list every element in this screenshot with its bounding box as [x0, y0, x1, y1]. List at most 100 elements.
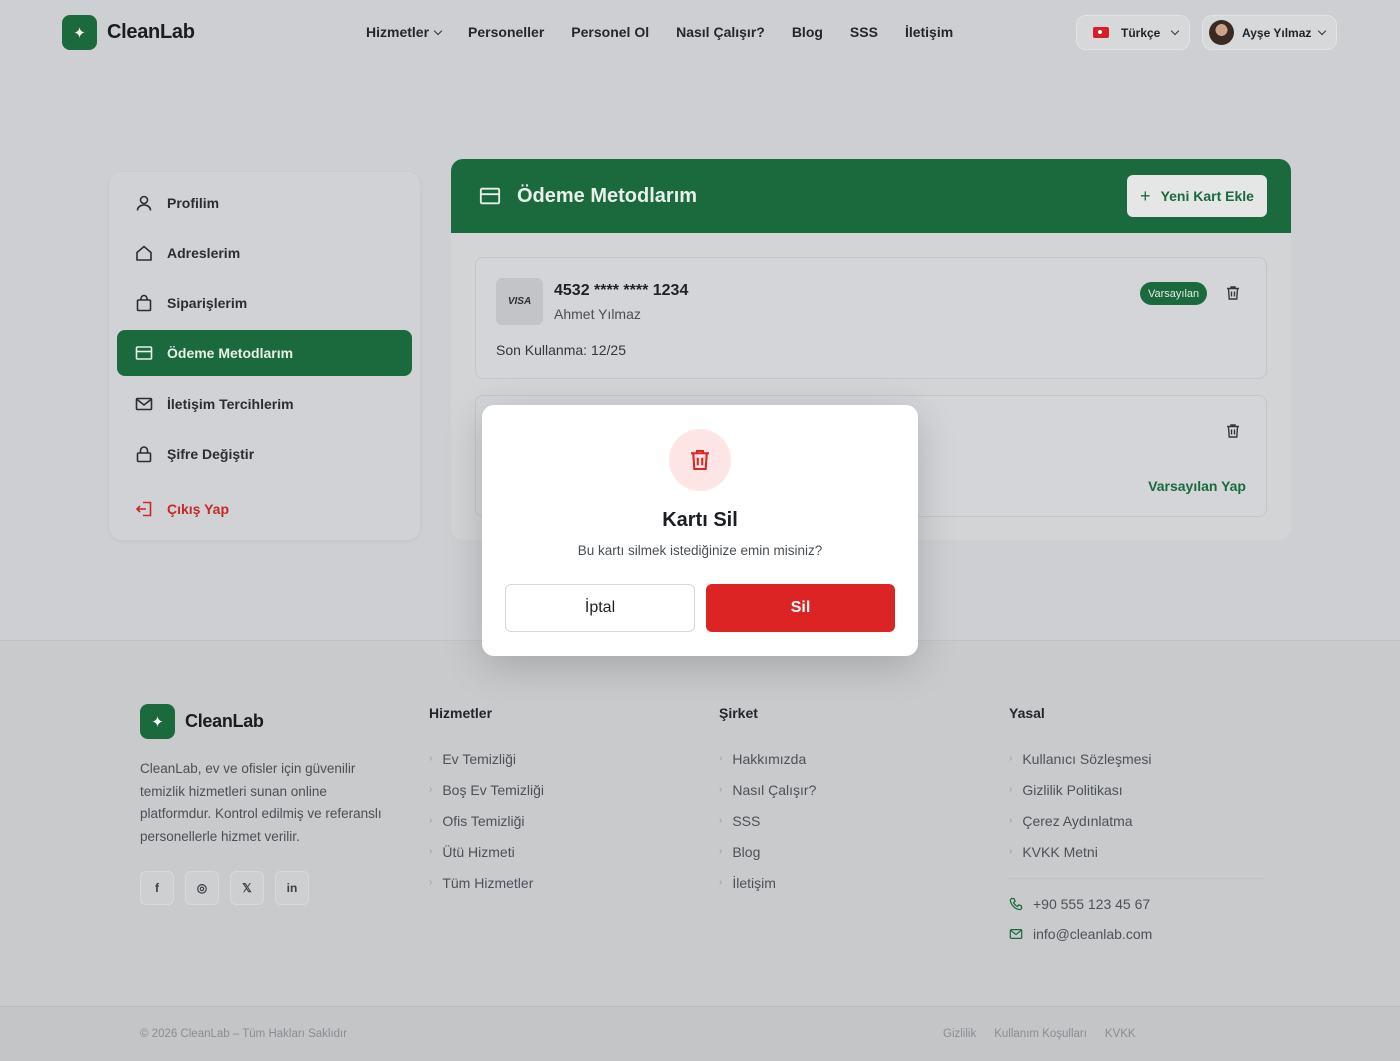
footer-link[interactable]: › Hakkımızda: [719, 743, 816, 774]
nav-personel-ol[interactable]: Personel Ol: [571, 24, 649, 40]
trash-icon[interactable]: [1225, 423, 1241, 439]
social-links: f ◎ 𝕏 in: [140, 871, 309, 905]
footer-description: CleanLab, ev ve ofisler için güvenilir t…: [140, 761, 382, 844]
linkedin-icon[interactable]: in: [275, 871, 309, 905]
footer-link[interactable]: › SSS: [719, 805, 816, 836]
footer-link[interactable]: › KVKK Metni: [1009, 836, 1152, 867]
account-sidebar: Profilim Adreslerim Siparişlerim Ödeme M…: [109, 172, 420, 540]
brand-name: CleanLab: [107, 21, 195, 43]
user-icon: [135, 194, 153, 212]
sparkle-icon: ✦: [62, 15, 97, 50]
delete-card-modal: Kartı Sil Bu kartı silmek istediğinize e…: [482, 405, 918, 656]
chevron-right-icon: ›: [429, 815, 433, 826]
make-default-link[interactable]: Varsayılan Yap: [1148, 478, 1246, 494]
add-card-button[interactable]: + Yeni Kart Ekle: [1127, 175, 1267, 217]
footer-link[interactable]: › Çerez Aydınlatma: [1009, 805, 1152, 836]
shopping-bag-icon: [135, 294, 153, 312]
footer-link[interactable]: › Ev Temizliği: [429, 743, 544, 774]
chevron-right-icon: ›: [429, 846, 433, 857]
footer-link[interactable]: › Boş Ev Temizliği: [429, 774, 544, 805]
link-kvkk[interactable]: KVKK: [1105, 1028, 1136, 1040]
add-card-label: Yeni Kart Ekle: [1160, 188, 1254, 204]
brand-name: CleanLab: [185, 711, 264, 731]
chevron-right-icon: ›: [429, 753, 433, 764]
default-badge: Varsayılan: [1140, 282, 1208, 305]
footer-link-label: Gizlilik Politikası: [1022, 781, 1123, 798]
chevron-right-icon: ›: [719, 753, 723, 764]
legal-links: Gizlilik Kullanım Koşulları KVKK: [943, 1028, 1136, 1040]
footer-link-label: Tüm Hizmetler: [442, 874, 534, 891]
footer-link-label: Ev Temizliği: [442, 750, 516, 767]
chevron-right-icon: ›: [1009, 753, 1013, 764]
sidebar-item-odeme-metodlarim[interactable]: Ödeme Metodlarım: [117, 330, 412, 376]
sidebar-item-sifre-degistir[interactable]: Şifre Değiştir: [117, 431, 412, 477]
user-name: Ayşe Yılmaz: [1242, 25, 1312, 40]
contact-phone[interactable]: +90 555 123 45 67: [1009, 896, 1150, 912]
chevron-right-icon: ›: [429, 784, 433, 795]
footer-col-sirket: Şirket › Hakkımızda › Nasıl Çalışır? › SSS …: [719, 705, 816, 898]
nav-label: Hizmetler: [366, 24, 430, 40]
footer-link[interactable]: › Gizlilik Politikası: [1009, 774, 1152, 805]
footer-link[interactable]: › Tüm Hizmetler: [429, 867, 544, 898]
sidebar-item-label: Profilim: [167, 195, 220, 211]
footer-link-label: Kullanıcı Sözleşmesi: [1022, 750, 1152, 767]
sidebar-item-profilim[interactable]: Profilim: [117, 180, 412, 226]
language-label: Türkçe: [1121, 25, 1161, 40]
link-gizlilik[interactable]: Gizlilik: [943, 1028, 976, 1040]
trash-icon[interactable]: [1225, 285, 1241, 301]
sidebar-item-label: İletişim Tercihlerim: [167, 396, 294, 412]
footer-link[interactable]: › Kullanıcı Sözleşmesi: [1009, 743, 1152, 774]
x-twitter-icon[interactable]: 𝕏: [230, 871, 264, 905]
logout-icon: [135, 500, 153, 518]
nav-iletisim[interactable]: İletişim: [905, 24, 953, 40]
footer-link-label: SSS: [732, 812, 761, 829]
main-nav: Hizmetler Personeller Personel Ol Nasıl …: [366, 24, 953, 40]
footer-link-label: Blog: [732, 843, 761, 860]
brand-logo[interactable]: ✦ CleanLab: [62, 15, 195, 50]
cancel-button[interactable]: İptal: [505, 584, 695, 632]
footer-link-label: Hakkımızda: [732, 750, 807, 767]
sidebar-item-label: Ödeme Metodlarım: [167, 345, 294, 361]
chevron-right-icon: ›: [719, 784, 723, 795]
sidebar-item-siparislerim[interactable]: Siparişlerim: [117, 280, 412, 326]
footer-link[interactable]: › Ofis Temizliği: [429, 805, 544, 836]
delete-button[interactable]: Sil: [706, 584, 895, 632]
nav-sss[interactable]: SSS: [850, 24, 878, 40]
user-menu[interactable]: Ayşe Yılmaz: [1202, 15, 1337, 50]
credit-card-icon: [135, 344, 153, 362]
sparkle-icon: ✦: [140, 704, 175, 739]
sidebar-item-iletisim-tercihlerim[interactable]: İletişim Tercihlerim: [117, 381, 412, 427]
footer-link-label: KVKK Metni: [1022, 843, 1098, 860]
chevron-right-icon: ›: [1009, 815, 1013, 826]
nav-nasil-calisir[interactable]: Nasıl Çalışır?: [676, 24, 765, 40]
chevron-right-icon: ›: [429, 877, 433, 888]
nav-hizmetler[interactable]: Hizmetler: [366, 24, 443, 40]
chevron-right-icon: ›: [1009, 784, 1013, 795]
sidebar-item-cikis-yap[interactable]: Çıkış Yap: [117, 486, 412, 532]
contact-email[interactable]: info@cleanlab.com: [1009, 926, 1152, 942]
facebook-icon[interactable]: f: [140, 871, 174, 905]
credit-card-icon: [479, 185, 501, 207]
avatar: [1209, 20, 1234, 45]
payment-card: VISA 4532 **** **** 1234 Ahmet Yılmaz So…: [475, 257, 1267, 379]
footer-link[interactable]: › İletişim: [719, 867, 816, 898]
phone-number: +90 555 123 45 67: [1033, 896, 1151, 912]
instagram-icon[interactable]: ◎: [185, 871, 219, 905]
lock-icon: [135, 445, 153, 463]
language-selector[interactable]: Türkçe: [1076, 15, 1190, 50]
footer-logo[interactable]: ✦ CleanLab: [140, 704, 264, 739]
chevron-down-icon: [1318, 26, 1327, 36]
footer-link-label: Ütü Hizmeti: [442, 843, 515, 860]
footer-link[interactable]: › Nasıl Çalışır?: [719, 774, 816, 805]
footer-link[interactable]: › Ütü Hizmeti: [429, 836, 544, 867]
footer-col-hizmetler: Hizmetler › Ev Temizliği › Boş Ev Temizliğ…: [429, 705, 544, 898]
nav-blog[interactable]: Blog: [792, 24, 823, 40]
chevron-right-icon: ›: [719, 846, 723, 857]
sidebar-item-adreslerim[interactable]: Adreslerim: [117, 230, 412, 276]
link-kullanim-kosullari[interactable]: Kullanım Koşulları: [994, 1028, 1087, 1040]
chevron-right-icon: ›: [1009, 846, 1013, 857]
footer-link[interactable]: › Blog: [719, 836, 816, 867]
footer-bottom-bar: © 2026 CleanLab – Tüm Hakları Saklıdır G…: [0, 1006, 1400, 1061]
nav-personeller[interactable]: Personeller: [468, 24, 544, 40]
sidebar-item-label: Adreslerim: [167, 245, 241, 261]
